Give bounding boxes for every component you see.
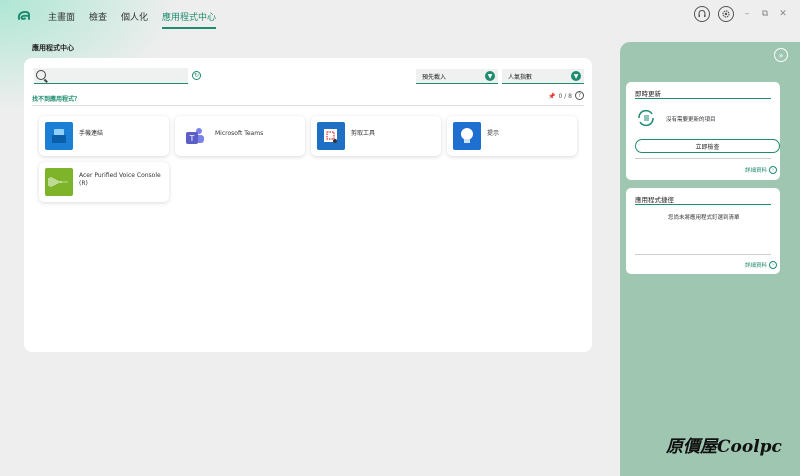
collapse-panel-icon[interactable]: » [774,48,788,62]
live-update-card: 即時更新 沒有需要更新的項目 立即檢查 詳細資料 › [626,82,780,180]
svg-text:T: T [189,134,195,143]
chevron-right-icon: › [769,261,777,269]
top-right-controls: – ⧉ ✕ [694,6,788,22]
app-tile-tips[interactable]: 提示 [447,116,577,156]
card-divider [635,204,771,205]
chevron-right-icon: › [769,166,777,174]
sort-dropdown[interactable]: 預先載入 ▼ [416,69,498,84]
tips-bulb-icon [453,122,481,150]
shortcut-status-text: 您尚未將應用程式釘選到清單 [668,215,740,221]
rating-dropdown-label: 人氣指數 [508,73,533,81]
shortcut-details-link[interactable]: 詳細資料 › [745,261,777,269]
headset-icon[interactable] [694,6,710,22]
app-shortcut-card: 應用程式捷徑 您尚未將應用程式釘選到清單 詳細資料 › [626,188,780,274]
app-tile-teams[interactable]: T Microsoft Teams [175,116,305,156]
update-sync-icon [638,109,654,127]
search-icon [36,70,46,80]
nav-app-center[interactable]: 應用程式中心 [162,10,217,29]
phone-link-icon [45,122,73,150]
search-input[interactable] [50,68,186,84]
app-center-card: ↻ 預先載入 ▼ 人氣指數 ▼ 找不到應用程式？ 📌 0 / 8 ? 手機連結 … [24,58,592,352]
details-label: 詳細資料 [744,168,767,174]
app-tile-purified-voice[interactable]: Acer Purified Voice Console (R) [39,162,169,202]
snipping-tool-icon [317,122,345,150]
restore-icon[interactable]: ⧉ [760,9,770,19]
watermark-logo: 原價屋Coolpc [666,437,782,457]
card-divider [635,98,771,99]
update-status-text: 沒有需要更新的項目 [666,117,716,123]
check-now-button[interactable]: 立即檢查 [635,139,780,153]
missing-app-link[interactable]: 找不到應用程式？ [32,94,80,103]
app-name: 提示 [487,130,500,137]
close-icon[interactable]: ✕ [778,9,788,19]
app-name: Microsoft Teams [215,130,264,137]
pin-icon: 📌 [548,93,556,100]
chevron-down-icon: ▼ [571,71,581,81]
chevron-down-icon: ▼ [485,71,495,81]
card-divider [635,158,771,159]
update-details-link[interactable]: 詳細資料 › [745,166,777,174]
nav-personalize[interactable]: 個人化 [121,10,148,29]
main-nav: 主畫面 檢查 個人化 應用程式中心 [48,10,217,29]
app-tile-phone-link[interactable]: 手機連結 [39,116,169,156]
divider [32,105,584,106]
app-shortcut-title: 應用程式捷徑 [635,196,674,204]
search-box [34,68,188,84]
card-divider [635,254,771,255]
acer-logo-icon [17,10,30,20]
voice-wave-icon [45,168,73,196]
nav-home[interactable]: 主畫面 [48,10,75,29]
page-title: 應用程式中心 [32,44,74,52]
live-update-title: 即時更新 [635,90,661,98]
pin-counter: 📌 0 / 8 [548,93,572,100]
details-label: 詳細資料 [744,263,767,269]
nav-check[interactable]: 檢查 [89,10,107,29]
app-name: 剪取工具 [351,130,376,137]
rating-dropdown[interactable]: 人氣指數 ▼ [502,69,584,84]
app-name: Acer Purified Voice Console (R) [79,172,161,187]
help-icon[interactable]: ? [575,91,584,100]
top-bar: 主畫面 檢查 個人化 應用程式中心 – ⧉ ✕ [0,0,800,30]
app-tile-snipping-tool[interactable]: 剪取工具 [311,116,441,156]
settings-gear-icon[interactable] [718,6,734,22]
sort-dropdown-label: 預先載入 [422,73,447,81]
right-sidebar: » 即時更新 沒有需要更新的項目 立即檢查 詳細資料 › 應用程式捷徑 您尚未將… [620,42,800,476]
refresh-icon[interactable]: ↻ [192,71,201,80]
teams-icon: T [181,122,209,150]
minimize-icon[interactable]: – [742,9,752,19]
pin-count-text: 0 / 8 [558,93,572,100]
app-name: 手機連結 [79,130,104,137]
